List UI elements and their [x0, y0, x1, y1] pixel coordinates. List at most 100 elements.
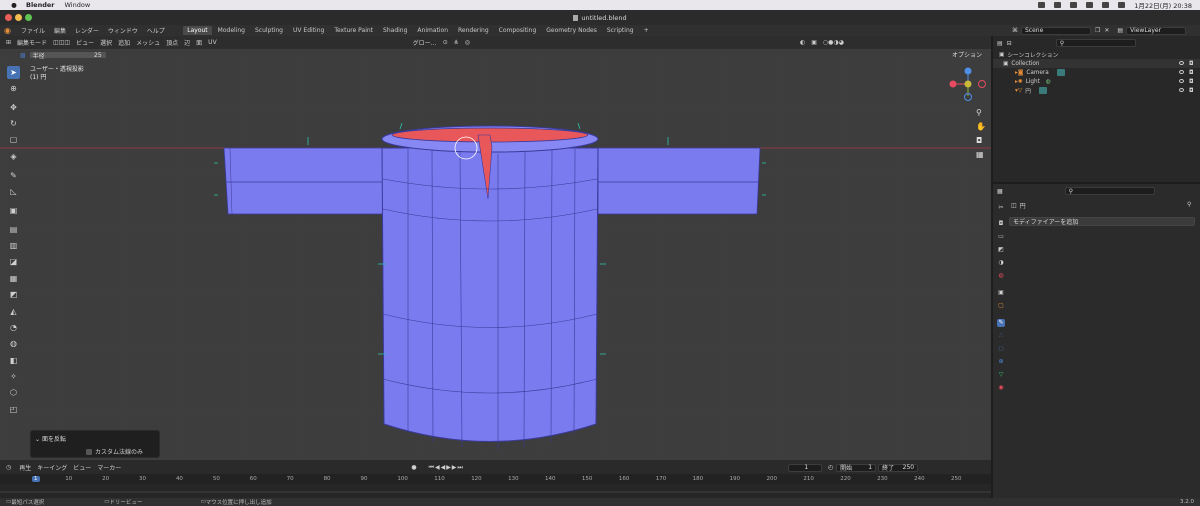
- brush-icon[interactable]: ▩: [20, 52, 26, 59]
- transform-tool-icon[interactable]: ◈: [7, 150, 20, 163]
- playback-controls[interactable]: ⏮◀◀▶▶⏭: [429, 464, 464, 472]
- blender-logo-icon[interactable]: ◉: [4, 26, 14, 35]
- search-icon[interactable]: [1102, 2, 1110, 8]
- outliner-scene-collection[interactable]: ▣ シーンコレクション: [993, 50, 1200, 60]
- data-tab-icon[interactable]: ▽: [997, 371, 1005, 379]
- window-menu[interactable]: Window: [65, 1, 91, 9]
- scene-field[interactable]: Scene: [1021, 26, 1091, 35]
- scene-icon[interactable]: ⌘: [1012, 27, 1018, 34]
- delete-scene-icon[interactable]: ✕: [1104, 27, 1109, 34]
- timeline-editor-icon[interactable]: ◷: [6, 464, 11, 471]
- rip-tool-icon[interactable]: ◰: [7, 403, 20, 416]
- smooth-tool-icon[interactable]: ◍: [7, 337, 20, 350]
- control-center-icon[interactable]: [1118, 2, 1126, 8]
- close-button[interactable]: [5, 14, 12, 21]
- mode-selector[interactable]: 編集モード: [17, 38, 47, 47]
- zoom-icon[interactable]: ⚲: [976, 106, 986, 120]
- tab-animation[interactable]: Animation: [413, 26, 453, 35]
- camera-view-icon[interactable]: ◘: [976, 134, 986, 148]
- clock-icon[interactable]: ◴: [828, 464, 833, 471]
- annotate-tool-icon[interactable]: ✎: [7, 169, 20, 182]
- timeline-body[interactable]: [0, 484, 991, 498]
- status-icon[interactable]: [1038, 2, 1046, 8]
- frame-start-field[interactable]: 開始 1: [836, 463, 877, 472]
- material-tab-icon[interactable]: ◉: [997, 384, 1005, 392]
- menu-vertex[interactable]: 頂点: [166, 38, 178, 47]
- tab-rendering[interactable]: Rendering: [454, 26, 494, 35]
- tab-scripting[interactable]: Scripting: [602, 26, 638, 35]
- viewport-canvas[interactable]: [0, 49, 991, 460]
- light-data-icon[interactable]: ◍: [1046, 79, 1051, 85]
- select-mode-icon[interactable]: ◫◫◫: [53, 39, 70, 46]
- app-menu[interactable]: Blender: [26, 1, 55, 9]
- menu-file[interactable]: ファイル: [21, 28, 45, 35]
- transform-orientation[interactable]: グロー…: [413, 38, 437, 47]
- shrink-fatten-tool-icon[interactable]: ✧: [7, 370, 20, 383]
- tab-layout[interactable]: Layout: [182, 26, 213, 35]
- scale-tool-icon[interactable]: ▢: [7, 133, 20, 146]
- physics-tab-icon[interactable]: ◌: [997, 345, 1005, 353]
- add-workspace-button[interactable]: +: [639, 26, 653, 35]
- new-scene-icon[interactable]: ❐: [1095, 27, 1100, 34]
- zoom-button[interactable]: [25, 14, 32, 21]
- menu-edit[interactable]: 編集: [54, 28, 66, 35]
- visibility-eye-icon[interactable]: [1179, 79, 1184, 83]
- measure-tool-icon[interactable]: ◺: [7, 185, 20, 198]
- modifier-tab-icon[interactable]: ✎: [997, 319, 1005, 327]
- menu-window[interactable]: ウィンドウ: [108, 28, 138, 35]
- menu-marker[interactable]: マーカー: [97, 463, 121, 472]
- collection-tab-icon[interactable]: ▣: [997, 289, 1005, 297]
- clock[interactable]: 1月22日(月) 20:38: [1134, 0, 1192, 10]
- frame-end-field[interactable]: 終了 250: [878, 463, 919, 472]
- record-icon[interactable]: ●: [411, 464, 416, 471]
- poly-build-tool-icon[interactable]: ◭: [7, 305, 20, 318]
- menu-playback[interactable]: 再生: [19, 463, 31, 472]
- outliner-editor-icon[interactable]: ▤: [997, 40, 1003, 47]
- viewport-options[interactable]: オプション: [952, 50, 982, 59]
- custom-normal-option[interactable]: カスタム法線のみ: [86, 447, 143, 456]
- visibility-eye-icon[interactable]: [1179, 70, 1184, 74]
- add-cube-tool-icon[interactable]: ▣: [7, 204, 20, 217]
- pivot-icon[interactable]: ⊙: [443, 39, 448, 46]
- checkbox[interactable]: [86, 448, 92, 455]
- add-modifier-button[interactable]: モディファイアーを追加: [1009, 217, 1195, 226]
- view-layer-icon[interactable]: ▤: [1117, 27, 1123, 34]
- overlay-icon[interactable]: ◐: [800, 39, 805, 46]
- menu-uv[interactable]: UV: [208, 39, 217, 46]
- properties-search[interactable]: ⚲: [1064, 187, 1155, 195]
- tab-geometry-nodes[interactable]: Geometry Nodes: [542, 26, 602, 35]
- shading-icons[interactable]: ○●◑◕: [823, 39, 844, 46]
- menu-help[interactable]: ヘルプ: [147, 28, 165, 35]
- apple-icon[interactable]: ●: [10, 1, 18, 9]
- knife-tool-icon[interactable]: ◩: [7, 288, 20, 301]
- tab-compositing[interactable]: Compositing: [494, 26, 541, 35]
- render-tab-icon[interactable]: ◘: [997, 220, 1005, 228]
- minimize-button[interactable]: [15, 14, 22, 21]
- menu-view[interactable]: ビュー: [76, 38, 94, 47]
- extrude-tool-icon[interactable]: ▤: [7, 223, 20, 236]
- particles-tab-icon[interactable]: ∴: [997, 332, 1005, 340]
- last-operator-panel[interactable]: ⌄ 面を反転 カスタム法線のみ: [30, 430, 160, 458]
- menu-select[interactable]: 選択: [100, 38, 112, 47]
- outliner-collection[interactable]: ▣ Collection ◘: [993, 59, 1200, 68]
- menu-mesh[interactable]: メッシュ: [136, 38, 160, 47]
- display-mode-icon[interactable]: ⊟: [1007, 40, 1012, 47]
- current-frame-field[interactable]: 1: [787, 463, 822, 472]
- camera-restrict-icon[interactable]: ◘: [1189, 88, 1194, 94]
- tab-shading[interactable]: Shading: [379, 26, 412, 35]
- timeline-ruler[interactable]: 1 10 20 30 40 50 60 70 80 90 100 110 120 130 140 150 160…: [0, 474, 991, 484]
- tab-sculpting[interactable]: Sculpting: [250, 26, 287, 35]
- menu-add[interactable]: 追加: [118, 38, 130, 47]
- menu-keying[interactable]: キーイング: [37, 463, 67, 472]
- tool-tab-icon[interactable]: ✂: [997, 204, 1005, 212]
- tab-modeling[interactable]: Modeling: [213, 26, 249, 35]
- view-layer-tab-icon[interactable]: ◩: [997, 246, 1005, 254]
- spin-tool-icon[interactable]: ◔: [7, 321, 20, 334]
- outliner-item-light[interactable]: ▸✺ Light ◍ ◘: [993, 77, 1200, 86]
- camera-restrict-icon[interactable]: ◘: [1189, 79, 1194, 85]
- move-tool-icon[interactable]: ✥: [7, 101, 20, 114]
- bevel-tool-icon[interactable]: ◪: [7, 255, 20, 268]
- visibility-eye-icon[interactable]: [1179, 88, 1184, 92]
- pin-icon[interactable]: ⚲: [1187, 201, 1191, 208]
- world-tab-icon[interactable]: ◍: [997, 272, 1005, 280]
